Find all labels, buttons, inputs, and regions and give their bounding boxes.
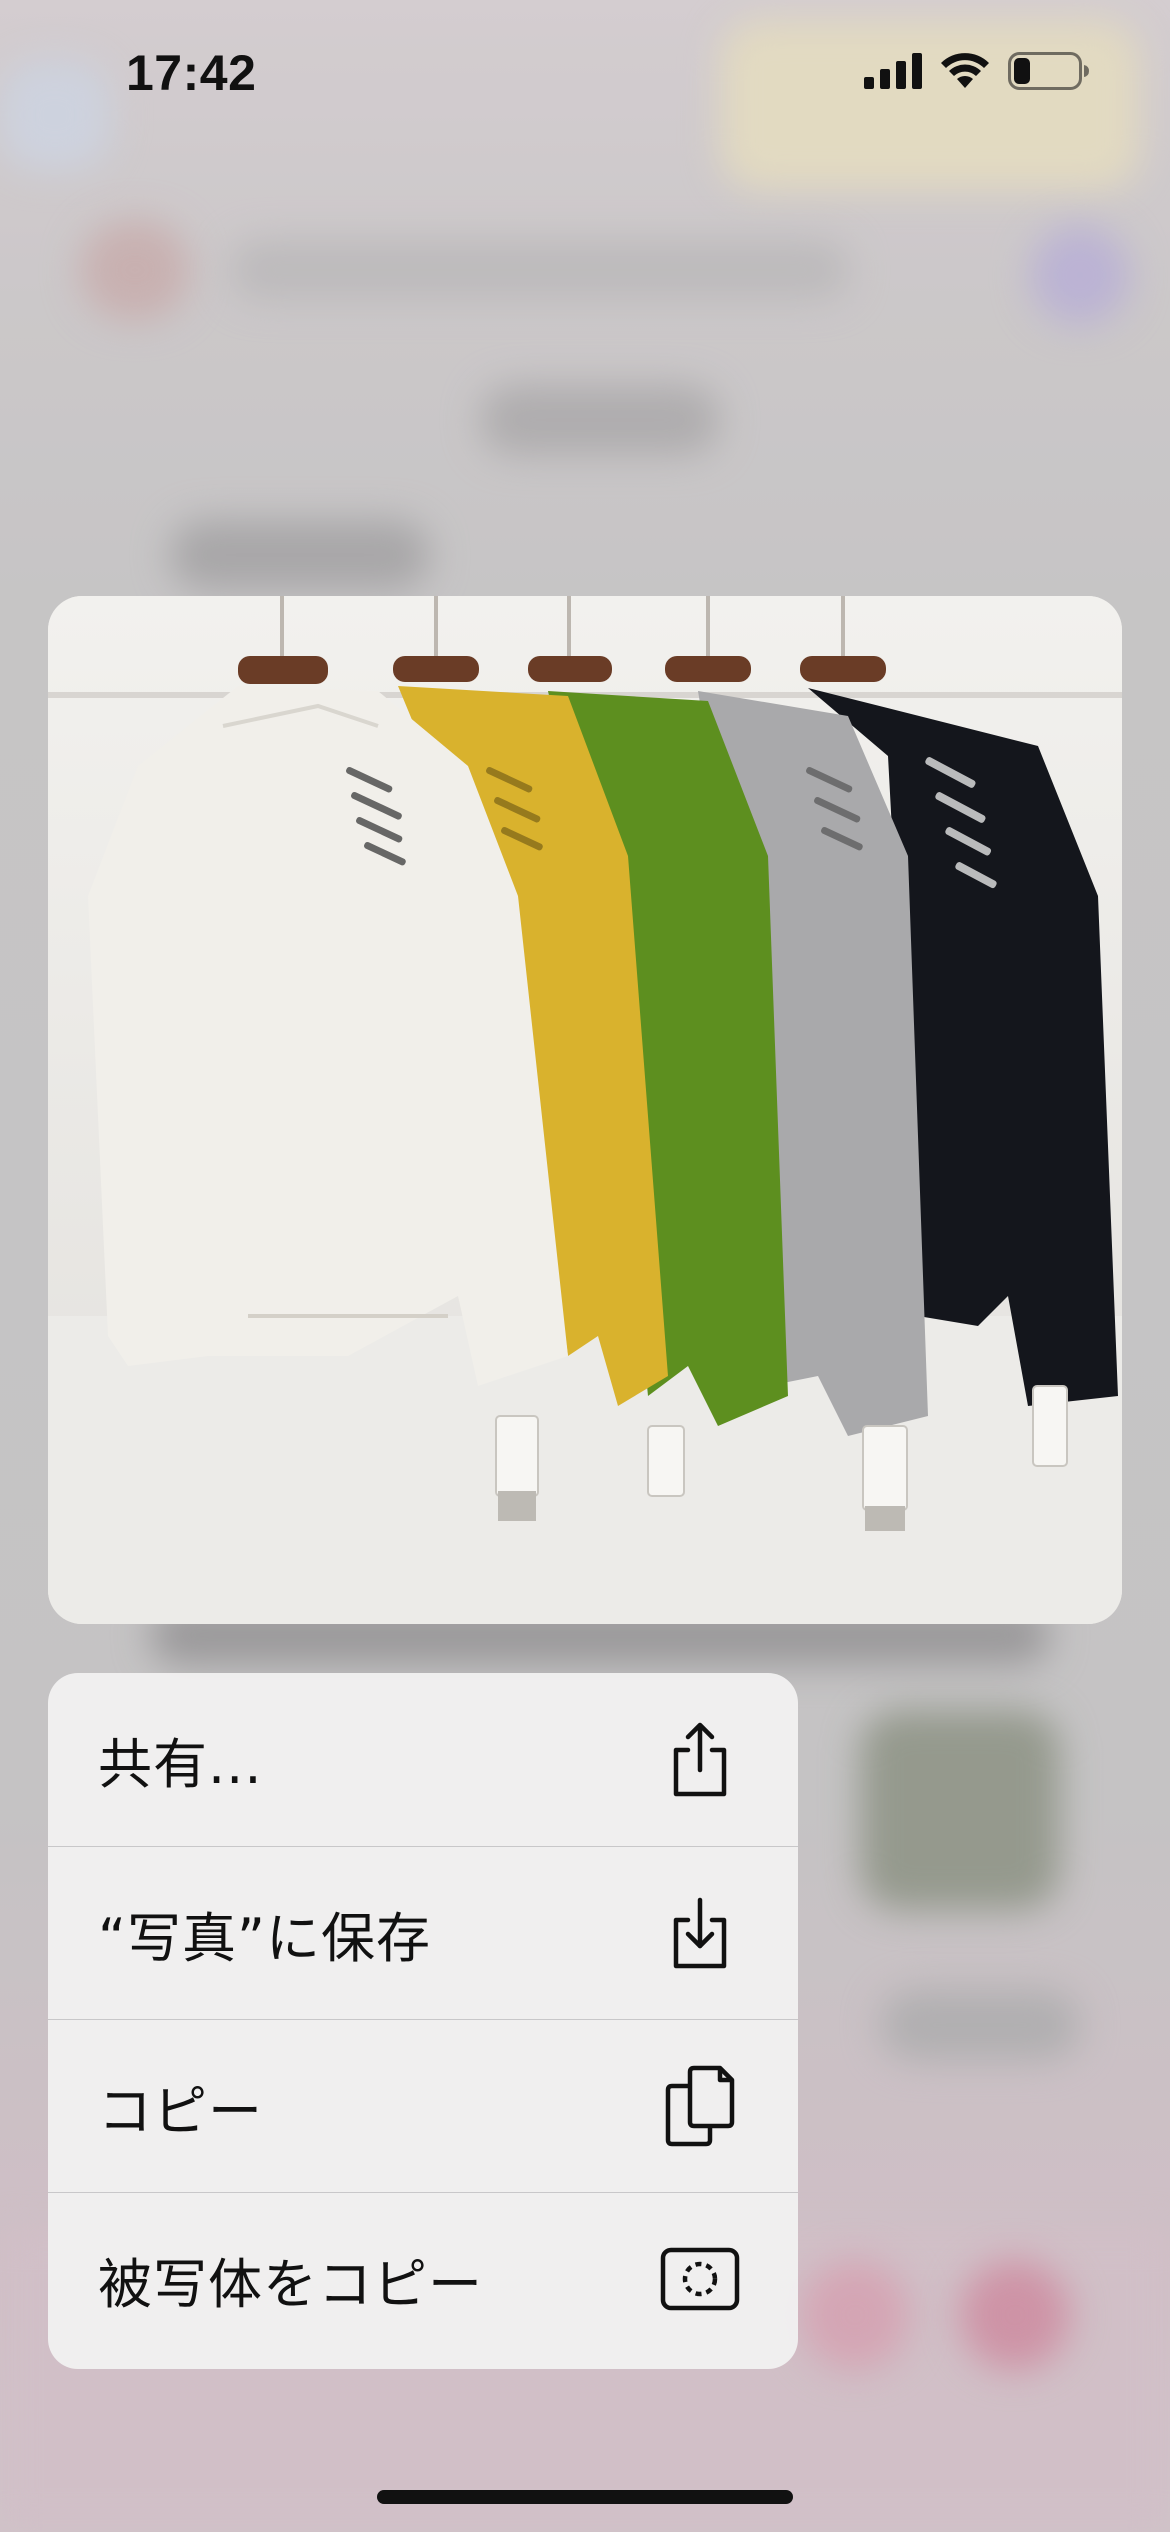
share-menu-item[interactable]: 共有... [48, 1673, 798, 1846]
share-label: 共有... [98, 1733, 263, 1796]
status-bar: 17:42 [0, 0, 1170, 150]
copy-label: コピー [98, 2079, 263, 2143]
wifi-icon [940, 52, 990, 94]
save-to-photos-icon [660, 1893, 740, 1973]
copy-menu-item[interactable]: コピー [48, 2019, 798, 2192]
status-icons [864, 52, 1090, 94]
battery-low-icon [1008, 52, 1090, 94]
copy-subject-icon [660, 2239, 740, 2319]
status-time: 17:42 [126, 45, 257, 101]
copy-subject-menu-item[interactable]: 被写体をコピー [48, 2192, 798, 2365]
cellular-signal-icon [864, 53, 922, 93]
copy-subject-label: 被写体をコピー [98, 2252, 483, 2316]
share-icon [660, 1720, 740, 1800]
save-to-photos-label: “写真”に保存 [98, 1906, 431, 1970]
save-to-photos-menu-item[interactable]: “写真”に保存 [48, 1846, 798, 2019]
home-indicator[interactable] [377, 2490, 793, 2504]
photo-preview-image[interactable] [48, 596, 1122, 1624]
context-menu: 共有... “写真”に保存 コピー 被写体をコピー [48, 1673, 798, 2369]
copy-icon [660, 2065, 740, 2147]
